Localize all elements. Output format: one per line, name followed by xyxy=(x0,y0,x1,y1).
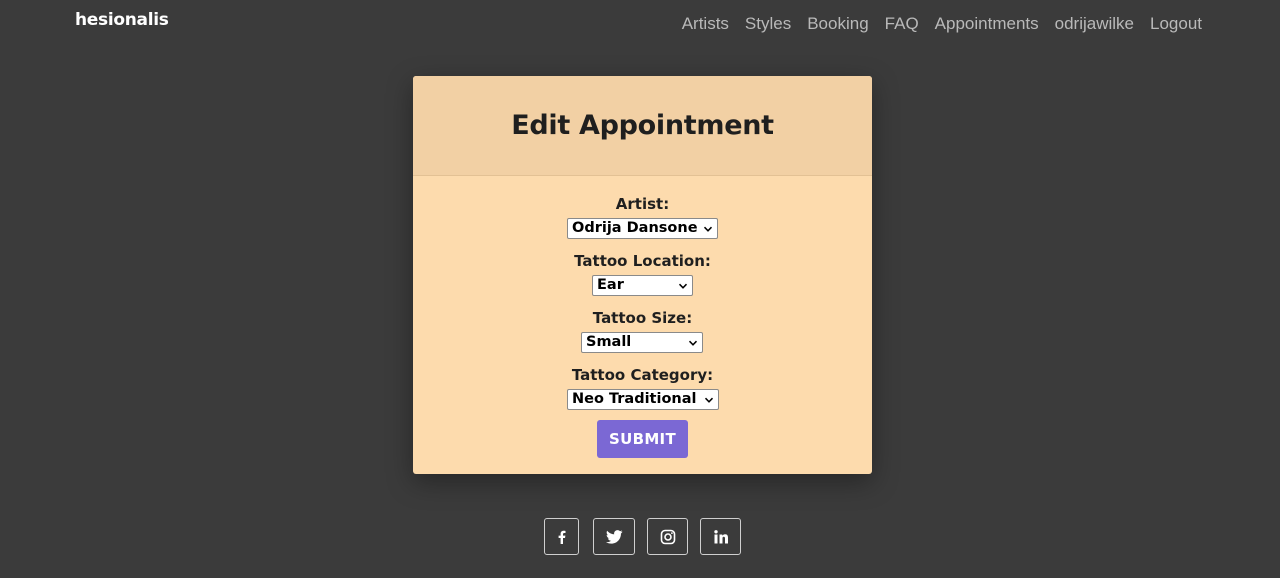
tattoo-location-label: Tattoo Location: xyxy=(574,252,711,270)
tattoo-category-label: Tattoo Category: xyxy=(571,366,714,384)
nav-user[interactable]: odrijawilke xyxy=(1055,14,1134,34)
submit-button[interactable]: SUBMIT xyxy=(597,420,688,458)
main-nav: Artists Styles Booking FAQ Appointments … xyxy=(682,14,1202,34)
nav-styles[interactable]: Styles xyxy=(745,14,791,34)
twitter-icon xyxy=(605,529,623,544)
instagram-button[interactable] xyxy=(647,518,688,555)
tattoo-size-select[interactable]: Small xyxy=(581,332,703,353)
nav-artists[interactable]: Artists xyxy=(682,14,729,34)
nav-faq[interactable]: FAQ xyxy=(885,14,919,34)
tattoo-category-select-value: Neo Traditional xyxy=(572,391,697,407)
chevron-down-icon xyxy=(703,226,713,232)
facebook-icon xyxy=(558,530,565,544)
nav-logout[interactable]: Logout xyxy=(1150,14,1202,34)
tattoo-location-select-value: Ear xyxy=(597,277,624,293)
page-title: Edit Appointment xyxy=(511,110,774,141)
nav-booking[interactable]: Booking xyxy=(807,14,868,34)
nav-appointments[interactable]: Appointments xyxy=(935,14,1039,34)
chevron-down-icon xyxy=(678,283,688,289)
edit-appointment-card: Edit Appointment Artist: Odrija Dansone … xyxy=(413,76,872,474)
artist-select[interactable]: Odrija Dansone xyxy=(567,218,718,239)
tattoo-size-select-value: Small xyxy=(586,334,632,350)
chevron-down-icon xyxy=(688,340,698,346)
artist-label: Artist: xyxy=(615,195,670,213)
tattoo-category-select[interactable]: Neo Traditional xyxy=(567,389,719,410)
tattoo-location-select[interactable]: Ear xyxy=(592,275,693,296)
twitter-button[interactable] xyxy=(593,518,635,555)
artist-select-value: Odrija Dansone xyxy=(572,220,698,236)
facebook-button[interactable] xyxy=(544,518,579,555)
page: hesionalis Artists Styles Booking FAQ Ap… xyxy=(0,0,1280,578)
card-header: Edit Appointment xyxy=(413,76,872,176)
instagram-icon xyxy=(660,529,675,544)
brand-logo[interactable]: hesionalis xyxy=(75,10,169,30)
tattoo-size-label: Tattoo Size: xyxy=(592,309,693,327)
appointment-form: Artist: Odrija Dansone Tattoo Location: … xyxy=(413,176,872,474)
linkedin-icon xyxy=(713,529,728,543)
linkedin-button[interactable] xyxy=(700,518,741,555)
chevron-down-icon xyxy=(704,397,714,403)
